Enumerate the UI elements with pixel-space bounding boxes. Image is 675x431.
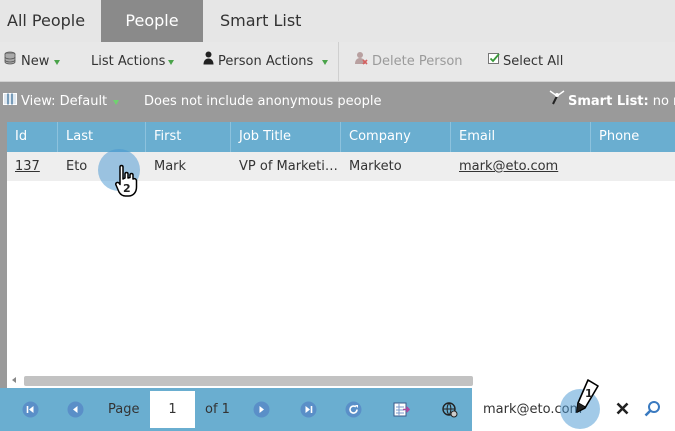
cell-first[interactable]: Mark — [146, 152, 231, 181]
step-badge-2: 2 — [123, 182, 131, 195]
cell-phone[interactable] — [591, 152, 675, 181]
scroll-left-icon[interactable] — [12, 377, 16, 383]
last-page-icon[interactable] — [300, 401, 317, 418]
person-actions-label: Person Actions — [218, 54, 314, 69]
column-header-email[interactable]: Email — [451, 122, 591, 152]
page-number-input[interactable] — [150, 391, 195, 428]
next-page-icon[interactable] — [253, 401, 270, 418]
smart-list-value: no rul — [652, 94, 675, 109]
export-icon[interactable] — [393, 401, 411, 418]
new-label: New — [21, 54, 50, 69]
search-icon[interactable] — [644, 400, 662, 422]
page-count-label: of 1 — [205, 402, 230, 417]
funnel-icon — [549, 82, 565, 122]
column-header-id[interactable]: Id — [7, 122, 58, 152]
list-actions-button[interactable]: List Actions — [91, 42, 175, 82]
chevron-down-icon — [54, 59, 61, 65]
columns-icon — [3, 82, 17, 122]
checkbox-checked-icon — [488, 42, 501, 82]
settings-globe-icon[interactable] — [441, 401, 458, 418]
chevron-down-icon — [322, 59, 329, 65]
smart-list-filter[interactable]: Smart List: no rul — [549, 82, 675, 122]
person-icon — [203, 42, 214, 82]
delete-person-button[interactable]: Delete Person — [354, 42, 463, 82]
column-header-last[interactable]: Last — [58, 122, 146, 152]
delete-person-icon — [354, 42, 368, 82]
column-header-first[interactable]: First — [146, 122, 231, 152]
view-selector[interactable]: View: Default — [3, 82, 120, 122]
toolbar-divider — [338, 42, 339, 82]
view-label: View: Default — [21, 94, 108, 109]
previous-page-icon[interactable] — [67, 401, 84, 418]
cell-company[interactable]: Marketo — [341, 152, 451, 181]
delete-person-label: Delete Person — [372, 54, 463, 69]
clear-search-icon[interactable] — [615, 401, 630, 420]
first-page-icon[interactable] — [22, 401, 39, 418]
cell-job-title[interactable]: VP of Marketing — [231, 152, 341, 181]
new-button[interactable]: New — [3, 42, 61, 82]
person-id-link[interactable]: 137 — [15, 159, 40, 174]
column-header-phone[interactable]: Phone — [591, 122, 675, 152]
grid-header: Id Last First Job Title Company Email Ph… — [7, 122, 675, 152]
anonymous-note: Does not include anonymous people — [144, 94, 382, 109]
page-label: Page — [108, 402, 140, 417]
smart-list-label: Smart List: — [568, 94, 649, 109]
view-bar: View: Default Does not include anonymous… — [0, 82, 675, 122]
select-all-button[interactable]: Select All — [488, 42, 563, 82]
chevron-down-icon — [113, 99, 120, 105]
tab-people[interactable]: People — [101, 0, 203, 42]
tab-all-people[interactable]: All People — [0, 0, 101, 42]
column-header-company[interactable]: Company — [341, 122, 451, 152]
cell-id[interactable]: 137 — [7, 152, 58, 181]
step-badge-1: 1 — [585, 387, 593, 400]
email-link[interactable]: mark@eto.com — [459, 159, 558, 174]
column-header-job-title[interactable]: Job Title — [231, 122, 341, 152]
refresh-icon[interactable] — [345, 401, 362, 418]
scrollbar-thumb[interactable] — [24, 376, 473, 386]
cell-email[interactable]: mark@eto.com — [451, 152, 591, 181]
chevron-down-icon — [168, 59, 175, 65]
list-actions-label: List Actions — [91, 54, 166, 69]
toolbar: New List Actions Person Actions Delete P… — [0, 42, 675, 82]
database-icon — [3, 42, 17, 82]
select-all-label: Select All — [503, 54, 564, 69]
tab-bar: All People People Smart List — [0, 0, 675, 42]
person-actions-button[interactable]: Person Actions — [203, 42, 329, 82]
tab-smart-list[interactable]: Smart List — [203, 0, 308, 42]
